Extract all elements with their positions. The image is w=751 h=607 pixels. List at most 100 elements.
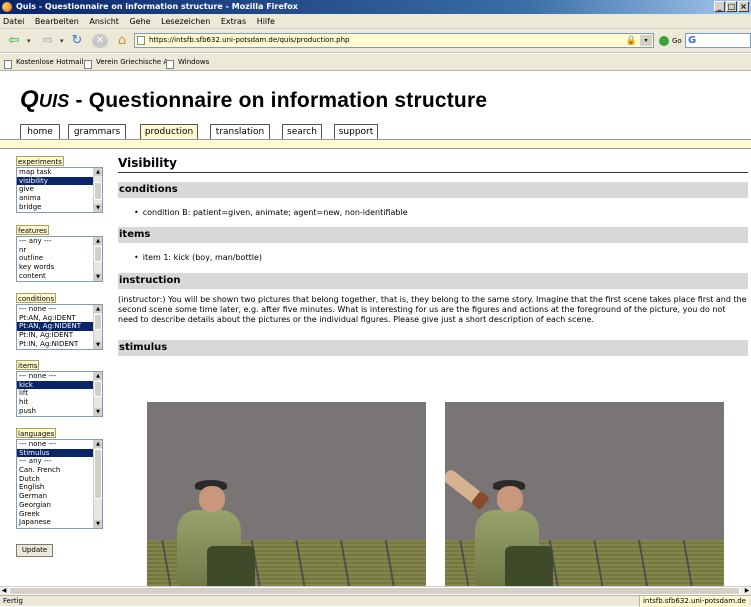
- conditions-option[interactable]: Pt:AN, Ag:IDENT: [17, 314, 93, 323]
- features-option[interactable]: key words: [17, 263, 93, 272]
- tab-translation[interactable]: translation: [210, 124, 270, 139]
- conditions-scrollbar[interactable]: ▲ ▼: [93, 305, 102, 349]
- forward-arrow-icon[interactable]: ⇨: [38, 33, 58, 49]
- bookmark-verein[interactable]: Verein Griechische A...: [84, 54, 175, 71]
- items-option[interactable]: push: [17, 407, 93, 416]
- experiments-option[interactable]: anima: [17, 194, 93, 203]
- bookmark-hotmail[interactable]: Kostenlose Hotmail: [4, 54, 83, 71]
- menu-hilfe[interactable]: Hilfe: [257, 17, 275, 26]
- firefox-icon: [2, 2, 12, 12]
- items-scrollbar[interactable]: ▲ ▼: [93, 372, 102, 416]
- experiments-select[interactable]: map task visibility give anima bridge ▲ ▼: [16, 167, 103, 213]
- languages-option[interactable]: Greek: [17, 510, 93, 519]
- tab-production[interactable]: production: [140, 124, 198, 140]
- update-button[interactable]: Update: [16, 544, 53, 557]
- menu-bearbeiten[interactable]: Bearbeiten: [35, 17, 79, 26]
- main-tabs: home grammars production translation sea…: [0, 124, 751, 140]
- languages-scrollbar[interactable]: ▲ ▼: [93, 440, 102, 528]
- languages-option[interactable]: Can. French: [17, 466, 93, 475]
- languages-option[interactable]: --- none ---: [17, 440, 93, 449]
- bookmark-windows[interactable]: Windows: [166, 54, 209, 71]
- bookmark-page-icon: [84, 60, 92, 69]
- features-scrollbar[interactable]: ▲ ▼: [93, 237, 102, 281]
- menu-datei[interactable]: Datei: [3, 17, 24, 26]
- tab-grammars[interactable]: grammars: [68, 124, 126, 139]
- bookmarks-toolbar: Kostenlose Hotmail Verein Griechische A.…: [0, 54, 751, 71]
- stop-icon[interactable]: ✕: [92, 34, 108, 48]
- features-option[interactable]: outline: [17, 254, 93, 263]
- conditions-option[interactable]: Pt:AN, Ag:NIDENT: [17, 322, 93, 332]
- menu-bar: Datei Bearbeiten Ansicht Gehe Lesezeiche…: [0, 14, 751, 29]
- go-icon[interactable]: [659, 36, 669, 46]
- search-input[interactable]: G: [685, 33, 751, 48]
- forward-dropdown-icon[interactable]: ▾: [60, 37, 64, 45]
- features-option[interactable]: --- any ---: [17, 237, 93, 246]
- tab-support[interactable]: support: [334, 124, 378, 139]
- scroll-right-icon[interactable]: ▶: [743, 587, 751, 595]
- tab-strip-bar: [0, 139, 751, 149]
- features-select[interactable]: --- any --- nr outline key words content ▲ ▼: [16, 236, 103, 282]
- condition-item: condition B: patient=given, animate; age…: [134, 208, 408, 217]
- experiments-option[interactable]: bridge: [17, 203, 93, 212]
- languages-option[interactable]: --- any ---: [17, 457, 93, 466]
- menu-extras[interactable]: Extras: [221, 17, 246, 26]
- url-text: https://intsfb.sfb632.uni-potsdam.de/qui…: [149, 36, 350, 44]
- bookmark-page-icon: [166, 60, 174, 69]
- experiments-option[interactable]: give: [17, 185, 93, 194]
- items-option[interactable]: kick: [17, 380, 93, 390]
- languages-option[interactable]: Japanese: [17, 518, 93, 527]
- tab-home[interactable]: home: [20, 124, 60, 139]
- experiments-scrollbar[interactable]: ▲ ▼: [93, 168, 102, 212]
- menu-lesezeichen[interactable]: Lesezeichen: [161, 17, 210, 26]
- scroll-thumb[interactable]: [9, 587, 740, 595]
- site-title-q: Q: [20, 86, 39, 113]
- back-dropdown-icon[interactable]: ▾: [27, 37, 31, 45]
- page-icon: [137, 36, 145, 45]
- bookmark-label: Windows: [178, 58, 210, 66]
- languages-option[interactable]: Georgian: [17, 501, 93, 510]
- close-button[interactable]: ×: [738, 1, 749, 12]
- menu-ansicht[interactable]: Ansicht: [89, 17, 119, 26]
- items-option[interactable]: lift: [17, 389, 93, 398]
- site-title-uis: UIS: [38, 91, 70, 111]
- back-arrow-icon[interactable]: ⇦: [4, 33, 24, 49]
- instruction-heading: instruction: [118, 273, 748, 289]
- languages-option[interactable]: German: [17, 492, 93, 501]
- lock-icon[interactable]: 🔒: [626, 35, 637, 48]
- home-icon[interactable]: ⌂: [113, 33, 131, 49]
- features-option[interactable]: content: [17, 272, 93, 281]
- bookmark-label: Kostenlose Hotmail: [16, 58, 84, 66]
- url-bar[interactable]: https://intsfb.sfb632.uni-potsdam.de/qui…: [134, 33, 654, 48]
- conditions-option[interactable]: --- none ---: [17, 305, 93, 314]
- items-select[interactable]: --- none --- kick lift hit push ▲ ▼: [16, 371, 103, 417]
- conditions-option[interactable]: Pt:IN, Ag:NIDENT: [17, 340, 93, 349]
- experiments-option[interactable]: map task: [17, 168, 93, 177]
- google-icon: G: [688, 35, 697, 46]
- items-option[interactable]: --- none ---: [17, 372, 93, 381]
- experiments-option[interactable]: visibility: [17, 176, 93, 186]
- stimulus-heading: stimulus: [118, 340, 748, 356]
- languages-select[interactable]: --- none --- Stimulus --- any --- Can. Fren…: [16, 439, 103, 529]
- stimulus-image-1: [147, 402, 426, 586]
- features-option[interactable]: nr: [17, 246, 93, 255]
- url-dropdown-icon[interactable]: ▾: [640, 35, 652, 46]
- items-option[interactable]: hit: [17, 398, 93, 407]
- page-title: Visibility: [118, 156, 177, 170]
- conditions-select[interactable]: --- none --- Pt:AN, Ag:IDENT Pt:AN, Ag:NID…: [16, 304, 103, 350]
- go-button-label[interactable]: Go: [672, 37, 682, 45]
- languages-option[interactable]: Dutch: [17, 475, 93, 484]
- minimize-button[interactable]: _: [714, 1, 725, 12]
- languages-option[interactable]: English: [17, 483, 93, 492]
- status-host: intsfb.sfb632.uni-potsdam.de: [638, 596, 749, 607]
- horizontal-scrollbar[interactable]: ◀ ▶: [0, 586, 751, 595]
- conditions-option[interactable]: Pt:IN, Ag:IDENT: [17, 331, 93, 340]
- items-heading: items: [118, 227, 748, 243]
- maximize-button[interactable]: □: [726, 1, 737, 12]
- status-bar: Fertig intsfb.sfb632.uni-potsdam.de: [0, 595, 751, 607]
- tab-search[interactable]: search: [282, 124, 322, 139]
- reload-icon[interactable]: ↻: [68, 33, 86, 49]
- languages-option[interactable]: Stimulus: [17, 448, 93, 458]
- menu-gehe[interactable]: Gehe: [129, 17, 150, 26]
- status-text: Fertig: [3, 597, 23, 605]
- scroll-left-icon[interactable]: ◀: [0, 587, 8, 595]
